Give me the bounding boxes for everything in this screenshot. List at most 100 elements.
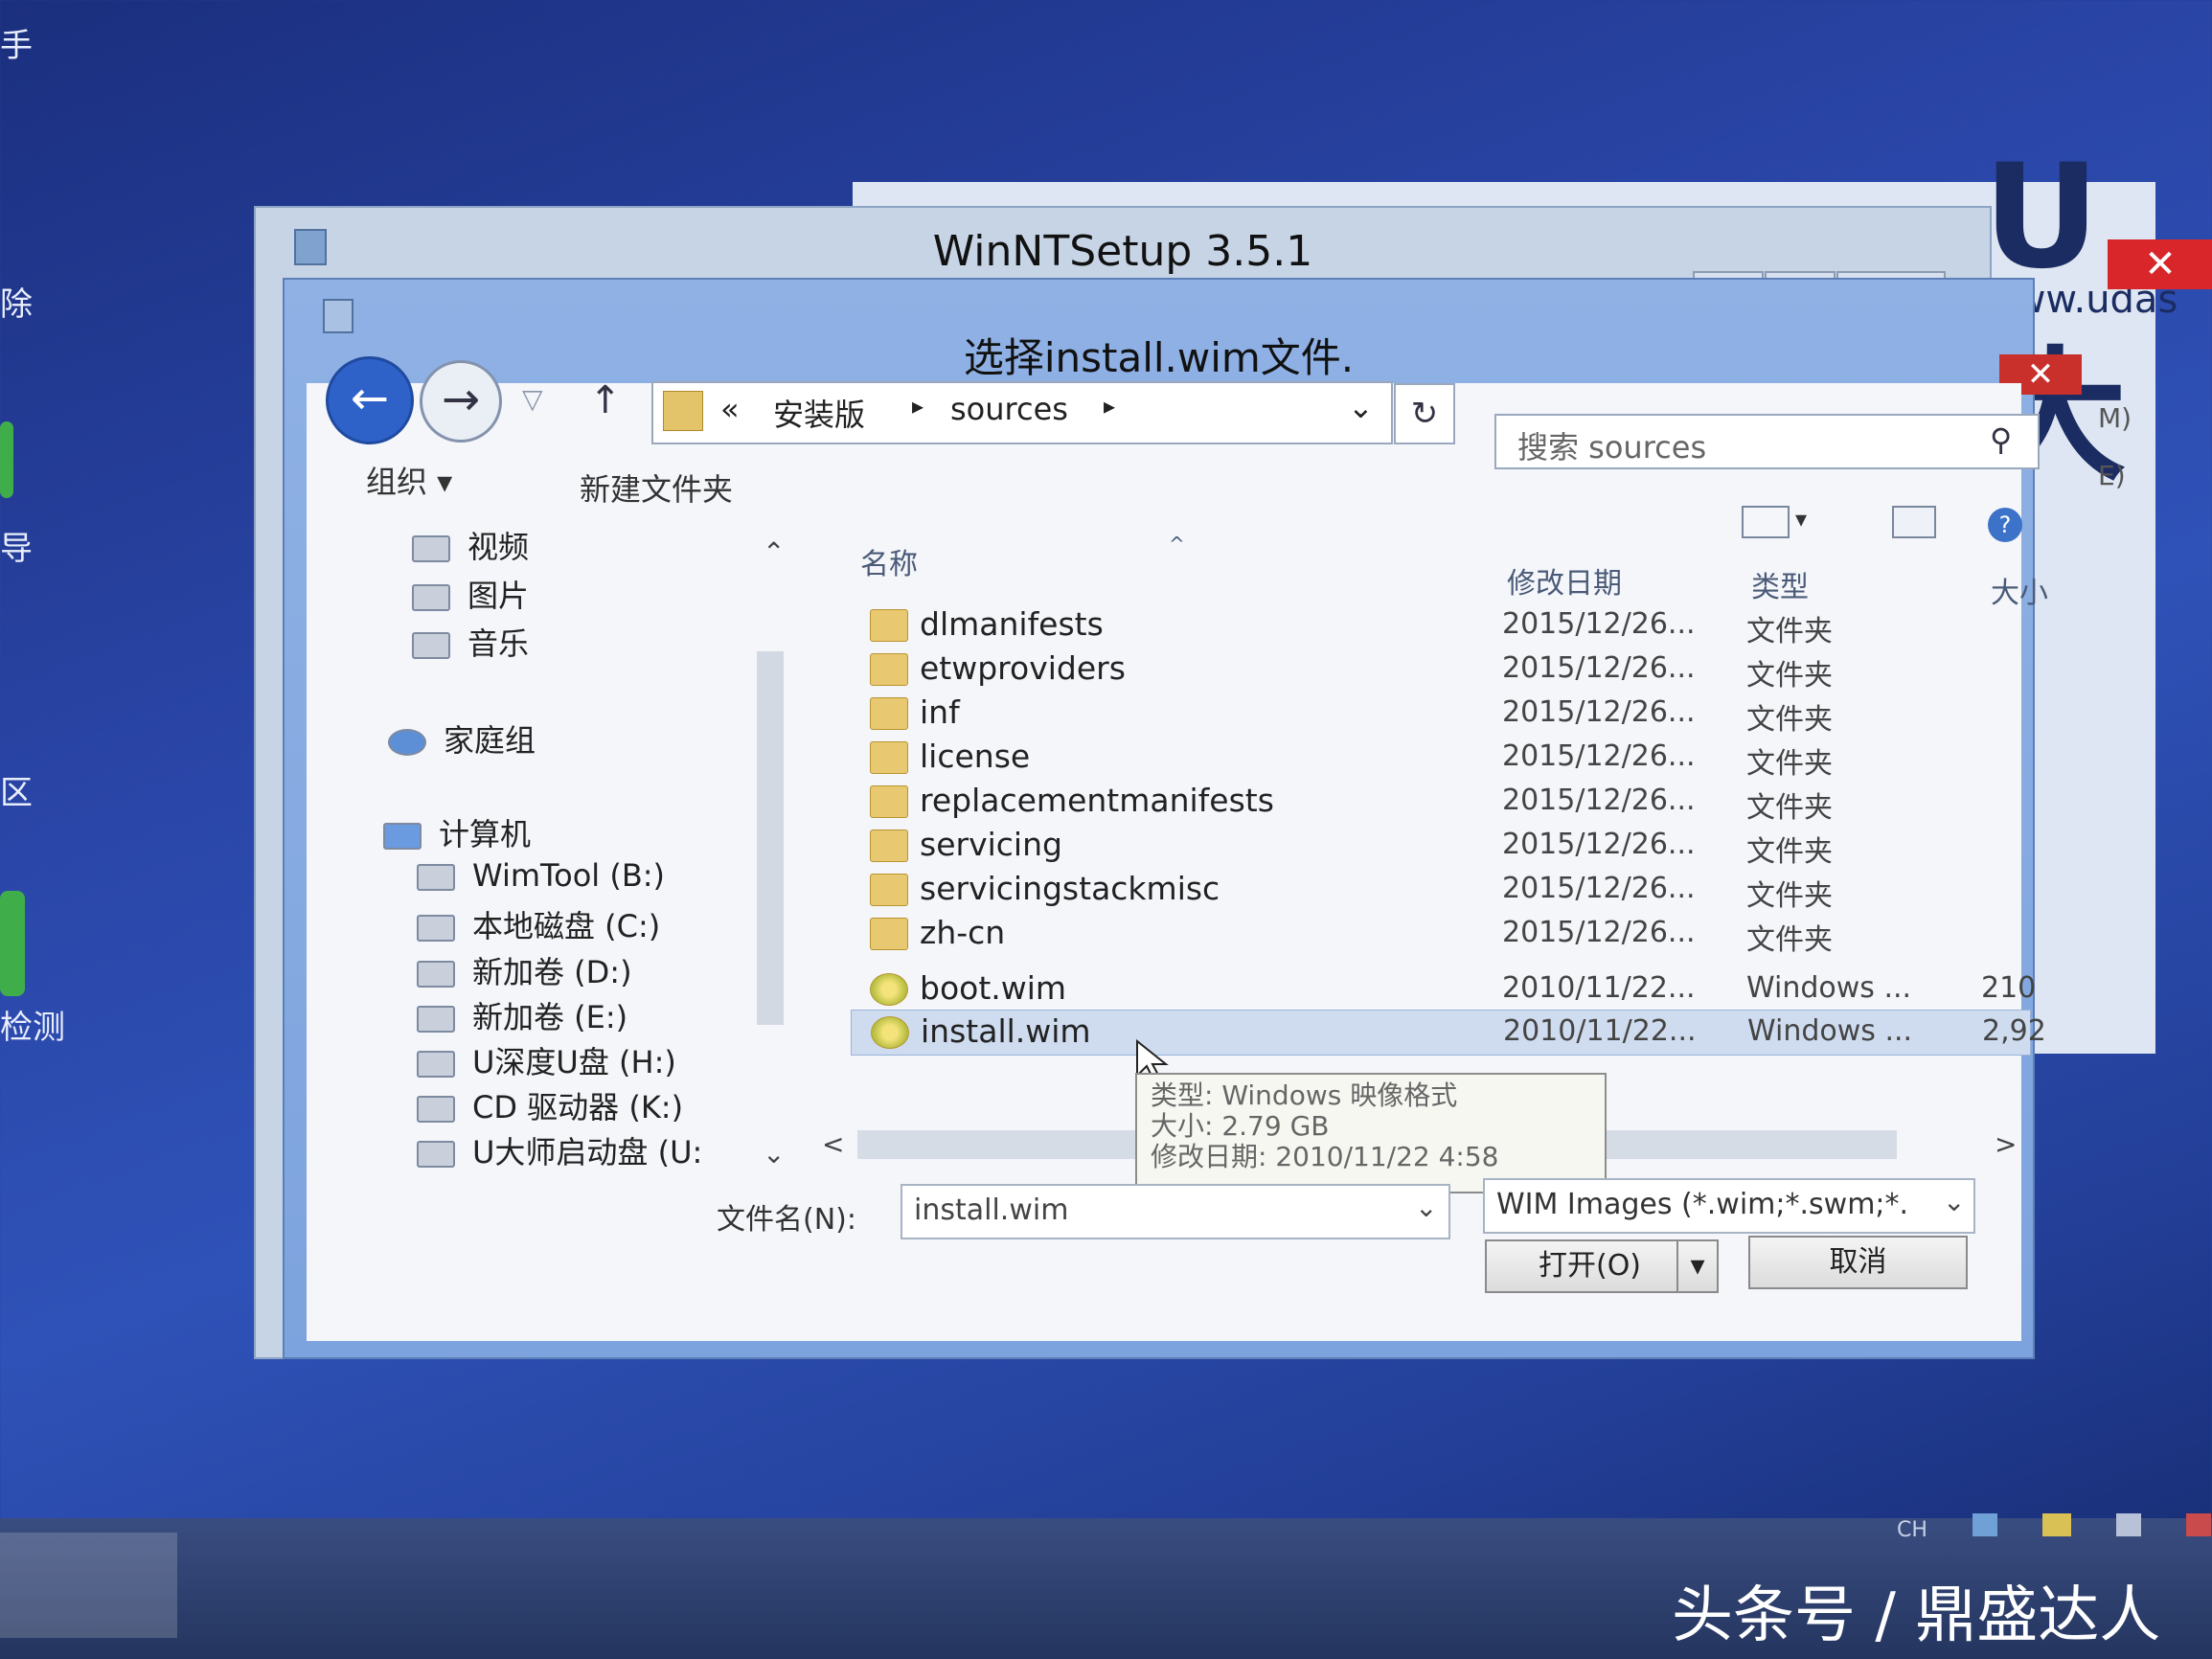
side-fragment: M) bbox=[2098, 402, 2132, 434]
file-size: 210 bbox=[1981, 971, 2037, 1005]
file-row-selected[interactable]: install.wim 2010/11/22... Windows ... 2,… bbox=[851, 1010, 2046, 1056]
address-dropdown-icon[interactable]: ⌄ bbox=[1348, 389, 1374, 425]
nav-item-drive[interactable]: CD 驱动器 (K:) bbox=[417, 1083, 683, 1127]
new-folder-button[interactable]: 新建文件夹 bbox=[580, 466, 733, 510]
desktop-app-icon[interactable] bbox=[0, 891, 25, 996]
help-icon[interactable]: ? bbox=[1988, 508, 2022, 542]
file-type: 文件夹 bbox=[1746, 835, 1833, 869]
nav-item-drive[interactable]: 新加卷 (E:) bbox=[417, 993, 627, 1037]
drive-icon bbox=[417, 1006, 455, 1033]
scroll-left-icon[interactable]: < bbox=[822, 1128, 844, 1160]
view-options-icon[interactable] bbox=[1742, 506, 1790, 538]
wim-file-icon bbox=[871, 1016, 909, 1049]
desktop-app-icon[interactable] bbox=[0, 421, 13, 498]
tray-icon[interactable] bbox=[2041, 1513, 2071, 1536]
tray-icon[interactable] bbox=[2185, 1513, 2211, 1536]
file-name: replacementmanifests bbox=[920, 782, 1274, 819]
nav-item-computer[interactable]: 计算机 bbox=[383, 810, 531, 854]
file-type: 文件夹 bbox=[1746, 923, 1833, 957]
nav-item-drive[interactable]: U大师启动盘 (U: bbox=[417, 1128, 702, 1172]
open-dropdown-icon[interactable]: ▾ bbox=[1676, 1239, 1719, 1293]
drive-icon bbox=[417, 864, 455, 891]
nav-item-videos[interactable]: 视频 bbox=[412, 523, 529, 567]
video-icon bbox=[412, 535, 450, 562]
nav-item-drive[interactable]: 本地磁盘 (C:) bbox=[417, 902, 660, 946]
nav-item-drive[interactable]: WimTool (B:) bbox=[417, 857, 665, 894]
refresh-button[interactable]: ↻ bbox=[1394, 383, 1455, 444]
history-dropdown-icon[interactable]: ▽ bbox=[522, 383, 543, 415]
nav-item-drive[interactable]: U深度U盘 (H:) bbox=[417, 1038, 676, 1082]
nav-label: 计算机 bbox=[439, 816, 532, 852]
file-row[interactable]: dlmanifests 2015/12/26... 文件夹 bbox=[851, 603, 2029, 648]
organize-menu[interactable]: 组织 ▾ bbox=[366, 458, 452, 502]
start-button[interactable] bbox=[0, 1533, 177, 1638]
search-box[interactable]: 搜索 sources ⚲ bbox=[1494, 414, 2040, 469]
cancel-button[interactable]: 取消 bbox=[1748, 1236, 1968, 1289]
file-row[interactable]: servicing 2015/12/26... 文件夹 bbox=[851, 824, 2029, 869]
address-bar[interactable]: « 安装版 ▸ sources ▸ ⌄ bbox=[651, 381, 1393, 444]
breadcrumb-item[interactable]: sources bbox=[950, 391, 1068, 427]
breadcrumb-prefix[interactable]: « bbox=[720, 391, 740, 427]
file-row[interactable]: zh-cn 2015/12/26... 文件夹 bbox=[851, 912, 2029, 957]
sort-arrow-icon: ^ bbox=[1169, 533, 1185, 556]
forward-button[interactable]: → bbox=[420, 360, 502, 443]
file-type: Windows ... bbox=[1746, 971, 1912, 1005]
column-header-name[interactable]: 名称 bbox=[860, 540, 918, 582]
filetype-select[interactable]: WIM Images (*.wim;*.swm;*. ⌄ bbox=[1483, 1178, 1975, 1234]
file-date: 2015/12/26... bbox=[1502, 784, 1696, 817]
file-type: 文件夹 bbox=[1746, 615, 1833, 648]
file-row[interactable]: servicingstackmisc 2015/12/26... 文件夹 bbox=[851, 868, 2029, 913]
background-close-button[interactable]: ✕ bbox=[2108, 239, 2212, 289]
file-type: 文件夹 bbox=[1746, 703, 1833, 737]
nav-label: 视频 bbox=[467, 529, 530, 565]
filename-value[interactable]: install.wim bbox=[914, 1193, 1068, 1227]
nav-scrollbar[interactable] bbox=[757, 651, 784, 1025]
file-row[interactable]: boot.wim 2010/11/22... Windows ... 210 bbox=[851, 967, 2036, 1011]
nav-item-homegroup[interactable]: 家庭组 bbox=[388, 716, 536, 761]
column-header-date[interactable]: 修改日期 bbox=[1507, 559, 1622, 602]
file-row[interactable]: replacementmanifests 2015/12/26... 文件夹 bbox=[851, 780, 2029, 825]
scroll-up-icon[interactable]: ⌃ bbox=[763, 536, 785, 568]
tray-icon[interactable] bbox=[1972, 1513, 1997, 1536]
nav-item-pictures[interactable]: 图片 bbox=[412, 572, 529, 616]
folder-icon bbox=[870, 830, 908, 862]
nav-item-drive[interactable]: 新加卷 (D:) bbox=[417, 948, 632, 992]
tray-icon[interactable] bbox=[2115, 1513, 2141, 1536]
nav-label: U大师启动盘 (U: bbox=[472, 1134, 703, 1170]
file-row[interactable]: license 2015/12/26... 文件夹 bbox=[851, 736, 2029, 781]
filetype-value[interactable]: WIM Images (*.wim;*.swm;*. bbox=[1496, 1188, 1908, 1221]
filetype-dropdown-icon[interactable]: ⌄ bbox=[1943, 1186, 1965, 1217]
scroll-right-icon[interactable]: > bbox=[1995, 1128, 2017, 1160]
filename-input[interactable]: install.wim ⌄ bbox=[901, 1184, 1450, 1239]
back-button[interactable]: ← bbox=[326, 356, 414, 444]
file-name: zh-cn bbox=[920, 914, 1006, 951]
language-indicator[interactable]: CH bbox=[1897, 1518, 1927, 1542]
nav-item-music[interactable]: 音乐 bbox=[412, 620, 529, 664]
open-button[interactable]: 打开(O) bbox=[1485, 1239, 1695, 1293]
file-date: 2010/11/22... bbox=[1503, 1014, 1697, 1048]
file-date: 2015/12/26... bbox=[1502, 695, 1696, 729]
up-arrow-icon[interactable]: ↑ bbox=[589, 378, 622, 422]
nav-label: 本地磁盘 (C:) bbox=[472, 908, 661, 944]
breadcrumb-item[interactable]: 安装版 bbox=[773, 391, 865, 435]
folder-icon bbox=[870, 741, 908, 774]
preview-pane-icon[interactable] bbox=[1892, 506, 1936, 538]
file-row[interactable]: inf 2015/12/26... 文件夹 bbox=[851, 692, 2029, 737]
filename-dropdown-icon[interactable]: ⌄ bbox=[1415, 1192, 1437, 1223]
column-header-type[interactable]: 类型 bbox=[1751, 563, 1809, 605]
file-name: install.wim bbox=[921, 1012, 1091, 1050]
search-input[interactable]: 搜索 sources bbox=[1517, 423, 1706, 467]
folder-icon bbox=[870, 874, 908, 906]
watermark: 头条号 / 鼎盛达人 bbox=[1672, 1580, 2161, 1651]
folder-icon bbox=[870, 653, 908, 686]
usb-drive-icon bbox=[417, 1141, 455, 1168]
view-dropdown-icon[interactable]: ▾ bbox=[1795, 506, 1807, 533]
breadcrumb-separator-icon[interactable]: ▸ bbox=[1104, 393, 1115, 420]
folder-icon bbox=[870, 918, 908, 950]
search-icon[interactable]: ⚲ bbox=[1990, 421, 2012, 458]
file-date: 2015/12/26... bbox=[1502, 916, 1696, 949]
scroll-down-icon[interactable]: ⌄ bbox=[763, 1138, 785, 1170]
file-row[interactable]: etwproviders 2015/12/26... 文件夹 bbox=[851, 648, 2029, 693]
file-type: 文件夹 bbox=[1746, 791, 1833, 825]
breadcrumb-separator-icon[interactable]: ▸ bbox=[912, 393, 924, 420]
